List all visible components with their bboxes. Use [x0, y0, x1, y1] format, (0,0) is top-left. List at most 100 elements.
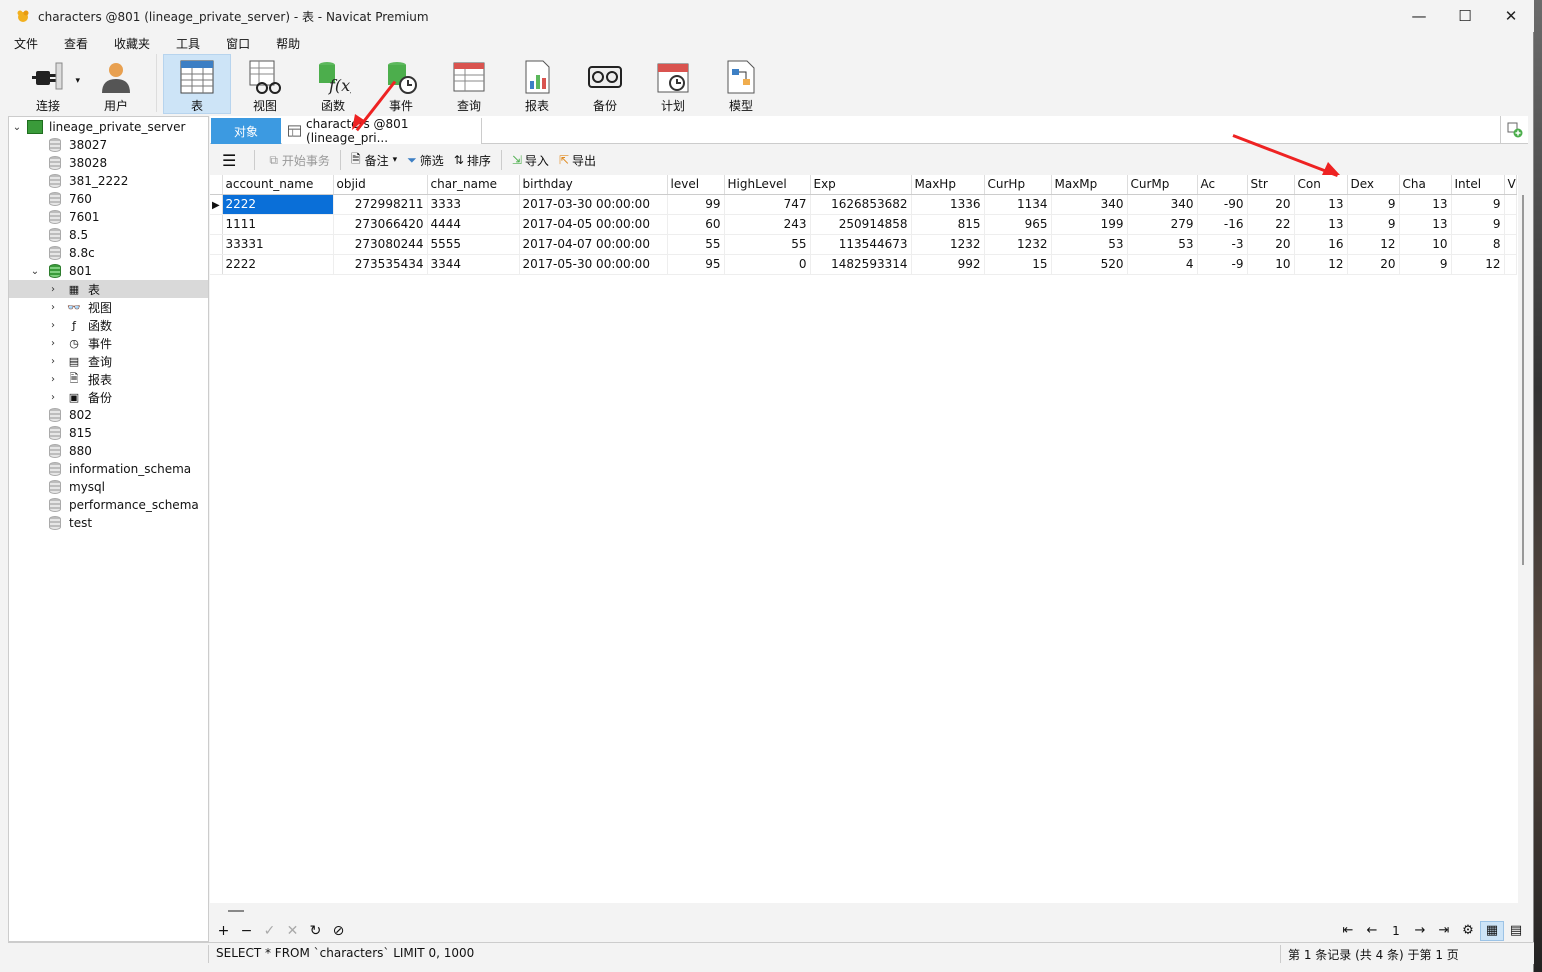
chevron-down-icon[interactable]: ⌄	[29, 266, 41, 277]
scrollbar-thumb[interactable]	[1522, 195, 1524, 565]
tree-db-5[interactable]: 8.5	[9, 226, 208, 244]
table-cell[interactable]: 273535434	[333, 254, 428, 275]
table-cell[interactable]: 2222	[222, 254, 334, 275]
table-cell[interactable]: 10	[1247, 254, 1295, 275]
table-cell[interactable]: 12	[1451, 254, 1505, 275]
column-header[interactable]: HighLevel	[724, 175, 811, 195]
column-header[interactable]: birthday	[519, 175, 668, 195]
model-button[interactable]: 模型	[707, 54, 775, 114]
tree-node-view[interactable]: › 👓 视图	[9, 298, 208, 316]
filter-button[interactable]: ⏷ 筛选	[407, 152, 444, 169]
table-cell[interactable]: 0	[724, 254, 811, 275]
column-header[interactable]: Exp	[810, 175, 912, 195]
table-cell[interactable]: 1134	[984, 194, 1052, 215]
form-view-icon[interactable]: ▤	[1504, 923, 1528, 938]
tree-node-function[interactable]: › ƒ 函数	[9, 316, 208, 334]
tree-db-16[interactable]: test	[9, 514, 208, 532]
row-selector[interactable]	[210, 254, 223, 275]
tree-db-13[interactable]: information_schema	[9, 460, 208, 478]
table-cell[interactable]: 13	[1399, 214, 1452, 235]
table-cell[interactable]: 95	[667, 254, 725, 275]
table-cell[interactable]: 113544673	[810, 234, 912, 255]
connect-button[interactable]: 连接 ▾	[14, 54, 82, 114]
menu-window[interactable]: 窗口	[212, 35, 262, 52]
tab-objects[interactable]: 对象	[211, 118, 281, 144]
memo-button[interactable]: 🗎 备注 ▾	[351, 150, 397, 171]
menu-favorites[interactable]: 收藏夹	[100, 35, 162, 52]
table-cell[interactable]: 2017-04-05 00:00:00	[519, 214, 668, 235]
table-cell[interactable]: 13	[1399, 194, 1452, 215]
table-cell[interactable]	[1504, 214, 1517, 235]
table-cell[interactable]: -90	[1197, 194, 1248, 215]
tree-node-report[interactable]: › 🗎 报表	[9, 370, 208, 388]
add-record-button[interactable]: +	[212, 923, 235, 939]
table-cell[interactable]: 1336	[911, 194, 985, 215]
table-cell[interactable]: 2222	[222, 194, 334, 215]
chevron-right-icon[interactable]: ›	[47, 320, 59, 331]
column-header[interactable]: Str	[1247, 175, 1295, 195]
table-cell[interactable]	[1504, 194, 1517, 215]
table-cell[interactable]: 279	[1127, 214, 1198, 235]
tree-db-0[interactable]: 38027	[9, 136, 208, 154]
table-row[interactable]: 33331 273080244 5555 2017-04-07 00:00:00 55 5…	[210, 234, 1517, 255]
chevron-right-icon[interactable]: ›	[47, 302, 59, 313]
prev-page-icon[interactable]: ←	[1360, 923, 1384, 938]
column-header[interactable]: MaxMp	[1051, 175, 1128, 195]
table-cell[interactable]: 1626853682	[810, 194, 912, 215]
table-cell[interactable]: 992	[911, 254, 985, 275]
table-cell[interactable]: 1482593314	[810, 254, 912, 275]
table-cell[interactable]: 12	[1347, 234, 1400, 255]
maximize-button[interactable]: ☐	[1442, 0, 1488, 32]
grid-view-icon[interactable]: ▦	[1480, 920, 1504, 941]
table-cell[interactable]: 13	[1294, 214, 1348, 235]
table-cell[interactable]: 3333	[427, 194, 520, 215]
tree-db-6[interactable]: 8.8c	[9, 244, 208, 262]
table-cell[interactable]: 12	[1294, 254, 1348, 275]
tree-db-11[interactable]: 815	[9, 424, 208, 442]
table-cell[interactable]: 33331	[222, 234, 334, 255]
column-header[interactable]: MaxHp	[911, 175, 985, 195]
user-button[interactable]: 用户	[82, 54, 150, 114]
table-cell[interactable]: 3344	[427, 254, 520, 275]
chevron-down-icon[interactable]: ▾	[393, 155, 398, 165]
vertical-scrollbar[interactable]	[1518, 175, 1528, 903]
column-header[interactable]: level	[667, 175, 725, 195]
table-cell[interactable]: 9	[1347, 194, 1400, 215]
table-button[interactable]: 表	[163, 54, 231, 114]
table-cell[interactable]: 340	[1127, 194, 1198, 215]
delete-record-button[interactable]: −	[235, 923, 258, 939]
table-cell[interactable]: 8	[1451, 234, 1505, 255]
column-header[interactable]: Cha	[1399, 175, 1452, 195]
table-cell[interactable]: 340	[1051, 194, 1128, 215]
next-page-icon[interactable]: →	[1408, 923, 1432, 938]
backup-button[interactable]: 备份	[571, 54, 639, 114]
new-tab-button[interactable]	[1500, 116, 1528, 144]
table-cell[interactable]: -9	[1197, 254, 1248, 275]
column-header[interactable]: Intel	[1451, 175, 1505, 195]
tree-node-backup[interactable]: › ▣ 备份	[9, 388, 208, 406]
dropdown-arrow-icon[interactable]: ▾	[75, 76, 80, 86]
table-cell[interactable]: 20	[1247, 234, 1295, 255]
table-cell[interactable]: 520	[1051, 254, 1128, 275]
table-cell[interactable]: 9	[1451, 194, 1505, 215]
function-button[interactable]: f(x) 函数	[299, 54, 367, 114]
menu-view[interactable]: 查看	[50, 35, 100, 52]
sort-button[interactable]: ⇅ 排序	[454, 152, 491, 169]
table-cell[interactable]: 55	[724, 234, 811, 255]
tab-characters[interactable]: characters @801 (lineage_pri...	[282, 117, 482, 145]
column-header[interactable]: CurHp	[984, 175, 1052, 195]
table-cell[interactable]: 9	[1399, 254, 1452, 275]
data-grid[interactable]: account_name objid char_name birthday level H…	[210, 175, 1518, 903]
tree-node-table[interactable]: › ▦ 表	[9, 280, 208, 298]
tree-db-10[interactable]: 802	[9, 406, 208, 424]
table-cell[interactable]	[1504, 254, 1517, 275]
tree-db-4[interactable]: 7601	[9, 208, 208, 226]
menu-file[interactable]: 文件	[0, 35, 50, 52]
column-header[interactable]: CurMp	[1127, 175, 1198, 195]
table-cell[interactable]: 250914858	[810, 214, 912, 235]
table-cell[interactable]: 9	[1347, 214, 1400, 235]
table-cell[interactable]: 10	[1399, 234, 1452, 255]
table-cell[interactable]: 1111	[222, 214, 334, 235]
chevron-right-icon[interactable]: ›	[47, 392, 59, 403]
row-selector[interactable]	[210, 214, 223, 235]
